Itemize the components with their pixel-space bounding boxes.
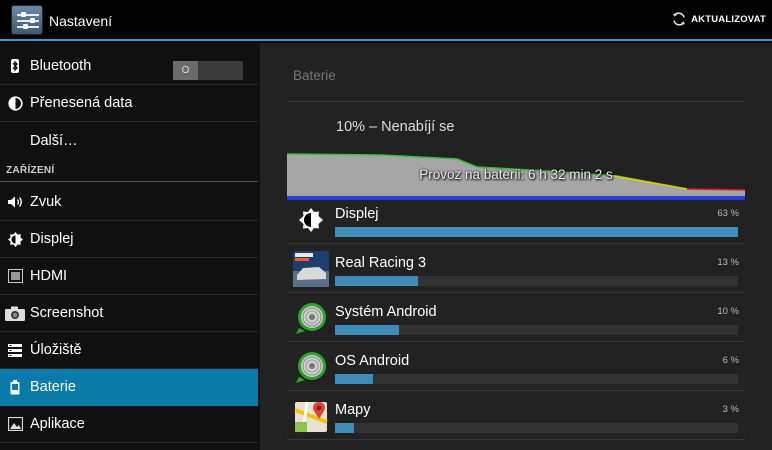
battery-icon [0,379,30,395]
list-item[interactable]: Systém Android 10 % [287,293,745,342]
app-name: Mapy [335,402,371,418]
app-name: OS Android [335,353,410,369]
app-percent: 63 % [717,208,739,219]
sidebar-item-label: Displej [30,231,74,247]
refresh-label: AKTUALIZOVAT [691,13,766,25]
app-percent: 13 % [717,257,739,268]
real-racing-icon [293,251,329,287]
sidebar-item-data-usage[interactable]: Přenesená data [0,85,258,122]
refresh-icon [672,12,686,26]
list-item[interactable]: Real Racing 3 13 % [287,244,745,293]
sidebar-item-screenshot[interactable]: Screenshot [0,295,258,332]
battery-panel: Baterie 10% – Nenabíjí se Provoz na bate… [260,43,772,450]
section-divider [0,181,258,182]
sidebar-item-bluetooth[interactable]: Bluetooth O [0,48,258,85]
bluetooth-icon [0,59,30,73]
app-title: Nastavení [49,13,113,29]
sidebar-item-label: Aplikace [30,416,85,432]
sidebar-item-battery[interactable]: Baterie [0,369,258,406]
bluetooth-toggle-knob: O [173,61,198,80]
usage-bar-fill [335,276,419,286]
sidebar-item-label: Přenesená data [30,95,133,111]
list-item[interactable]: Displej 63 % [287,195,745,244]
app-percent: 10 % [717,306,739,317]
sidebar-item-more[interactable]: Další… [0,122,258,159]
android-os-icon [296,352,326,383]
action-bar: Nastavení AKTUALIZOVAT [0,0,772,41]
sidebar-item-label: Úložiště [30,342,82,358]
sidebar-item-label: HDMI [30,268,68,284]
hdmi-icon [0,269,30,283]
bluetooth-toggle[interactable]: O [173,61,243,80]
battery-usage-time: Provoz na baterii: 6 h 32 min 2 s [419,167,613,182]
sidebar-item-display[interactable]: Displej [0,221,258,258]
sidebar-item-storage[interactable]: Úložiště [0,332,258,369]
speaker-icon [0,195,30,209]
usage-bar [335,374,738,384]
sidebar-item-label: Další… [30,132,78,149]
app-percent: 3 % [722,404,739,415]
usage-bar-fill [335,423,355,433]
sidebar-item-sound[interactable]: Zvuk [0,184,258,221]
data-usage-icon [0,95,30,111]
section-header-device: ZAŘÍZENÍ [6,165,55,176]
app-name: Real Racing 3 [335,255,427,271]
app-name: Systém Android [335,304,437,320]
title-divider [287,101,745,102]
sidebar-item-label: Baterie [30,379,76,395]
brightness-icon [0,231,30,247]
usage-bar [335,325,738,335]
camera-icon [0,306,30,321]
usage-bar-fill [335,325,399,335]
app-name: Displej [335,206,379,222]
settings-app-icon[interactable] [11,5,43,35]
apps-icon [0,417,30,431]
refresh-button[interactable]: AKTUALIZOVAT [671,11,766,27]
usage-bar [335,227,738,237]
usage-bar-fill [335,227,738,237]
battery-content: Baterie 10% – Nenabíjí se Provoz na bate… [258,43,772,450]
list-item[interactable]: OS Android 6 % [287,342,745,391]
android-system-icon [296,303,326,334]
sidebar-item-hdmi[interactable]: HDMI [0,258,258,295]
usage-bar [335,423,738,433]
display-brightness-icon [299,208,323,232]
panel-title: Baterie [293,68,336,83]
usage-bar-fill [335,374,374,384]
settings-sidebar: Bluetooth O Přenesená data Další… ZAŘÍZE… [0,43,258,450]
app-percent: 6 % [722,355,739,366]
maps-icon [294,401,328,433]
sidebar-item-apps[interactable]: Aplikace [0,406,258,443]
sidebar-item-label: Screenshot [30,305,104,321]
battery-status: 10% – Nenabíjí se [336,119,455,135]
list-item[interactable]: Mapy 3 % [287,391,745,440]
usage-bar [335,276,738,286]
storage-icon [0,343,30,357]
sidebar-item-label: Zvuk [30,194,62,210]
sidebar-item-label: Bluetooth [30,58,92,74]
